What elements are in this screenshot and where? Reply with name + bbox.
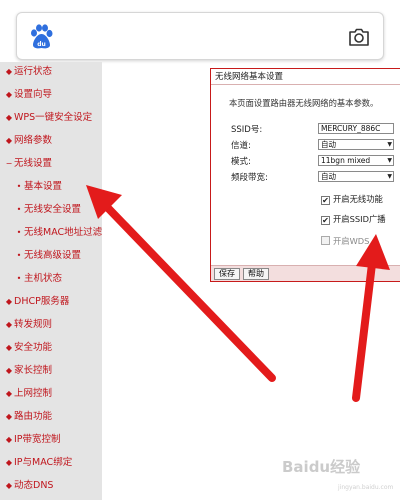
bullet-icon: ◆ [5,481,13,490]
enable-wds-checkbox[interactable] [321,236,330,245]
watermark-url: jingyan.baidu.com [338,484,394,491]
chevron-down-icon: ▼ [387,141,392,148]
sidebar-item-label: 无线安全设置 [24,204,82,215]
sidebar-item[interactable]: ◆ 设置向导 [0,85,52,105]
panel-description: 本页面设置路由器无线网络的基本参数。 [229,98,379,108]
sidebar-item-label: IP与MAC绑定 [14,457,73,468]
enable-ssid-broadcast-option[interactable]: ✔ 开启SSID广播 [321,213,386,225]
sidebar-item[interactable]: ◆ 动态DNS [0,476,54,496]
bullet-icon: ◆ [5,458,13,467]
sidebar-item-label: 无线MAC地址过滤 [24,227,103,238]
sidebar-item-label: 路由功能 [14,411,53,422]
enable-wireless-option[interactable]: ✔ 开启无线功能 [321,193,383,205]
bullet-icon: ◆ [5,67,13,76]
bandwidth-select[interactable]: 自动 ▼ [318,171,394,182]
bandwidth-label: 频段带宽: [231,173,268,183]
panel-title: 无线网络基本设置 [211,69,400,85]
sidebar-item[interactable]: ◆ 网络参数 [0,131,52,151]
bullet-icon: • [16,182,22,191]
sidebar-item[interactable]: ◆ WPS一键安全设定 [0,108,92,128]
bullet-icon: − [5,159,13,168]
enable-wireless-label: 开启无线功能 [333,194,383,204]
watermark: Baidu经验 [282,458,361,476]
sidebar-item-label: 转发规则 [14,319,53,330]
enable-wds-option[interactable]: 开启WDS [321,235,369,247]
sidebar-item[interactable]: − 无线设置 [0,154,52,174]
sidebar-item-label: WPS一键安全设定 [14,112,93,123]
bullet-icon: ◆ [5,113,13,122]
panel-footer: 保存 帮助 [211,265,400,281]
sidebar-item[interactable]: • 基本设置 [0,177,62,197]
chevron-down-icon: ▼ [387,157,392,164]
sidebar-item[interactable]: • 无线高级设置 [0,246,81,266]
bullet-icon: ◆ [5,136,13,145]
sidebar-item[interactable]: • 主机状态 [0,269,62,289]
enable-ssid-broadcast-checkbox[interactable]: ✔ [321,216,330,225]
sidebar-menu: ◆ 运行状态 ◆ 设置向导 ◆ WPS一键安全设定 ◆ 网络参数 − 无线设置 • 基本设置 • 无线安全… [0,62,102,500]
help-button[interactable]: 帮助 [243,268,269,280]
sidebar-item-label: 基本设置 [24,181,63,192]
ssid-label: SSID号: [231,125,263,135]
bullet-icon: ◆ [5,343,13,352]
sidebar-item[interactable]: ◆ 运行状态 [0,62,52,82]
sidebar-item-label: 运行状态 [14,66,53,77]
ssid-input[interactable]: MERCURY_886C [318,123,394,134]
sidebar-item-label: 动态DNS [14,480,54,491]
sidebar-item[interactable]: ◆ 安全功能 [0,338,52,358]
sidebar-item[interactable]: ◆ IP带宽控制 [0,430,61,450]
bullet-icon: ◆ [5,90,13,99]
bandwidth-select-value: 自动 [321,172,336,181]
sidebar-item-label: 无线设置 [14,158,53,169]
sidebar-item[interactable]: ◆ DHCP服务器 [0,292,69,312]
save-button[interactable]: 保存 [214,268,240,280]
bullet-icon: • [16,228,22,237]
sidebar-item-label: 安全功能 [14,342,53,353]
bullet-icon: ◆ [5,366,13,375]
sidebar-item-label: 主机状态 [24,273,63,284]
bullet-icon: ◆ [5,435,13,444]
enable-wds-label: 开启WDS [333,236,370,246]
bullet-icon: ◆ [5,320,13,329]
channel-select[interactable]: 自动 ▼ [318,139,394,150]
sidebar-item-label: DHCP服务器 [14,296,70,307]
enable-wireless-checkbox[interactable]: ✔ [321,196,330,205]
sidebar-item[interactable]: • 无线MAC地址过滤 [0,223,103,243]
enable-ssid-broadcast-label: 开启SSID广播 [333,214,386,224]
camera-icon[interactable] [347,25,371,49]
sidebar-item-label: 设置向导 [14,89,53,100]
bullet-icon: • [16,251,22,260]
sidebar-item-label: 无线高级设置 [24,250,82,261]
svg-text:du: du [37,41,46,48]
bullet-icon: • [16,205,22,214]
mode-select[interactable]: 11bgn mixed ▼ [318,155,394,166]
channel-select-value: 自动 [321,140,336,149]
wireless-basic-settings-panel: 无线网络基本设置 本页面设置路由器无线网络的基本参数。 SSID号: MERCU… [210,68,400,282]
sidebar-item[interactable]: ◆ IP与MAC绑定 [0,453,72,473]
sidebar-item[interactable]: ◆ 上网控制 [0,384,52,404]
bullet-icon: ◆ [5,389,13,398]
channel-label: 信道: [231,141,251,151]
sidebar-item[interactable]: ◆ 转发规则 [0,315,52,335]
mode-select-value: 11bgn mixed [321,156,371,165]
sidebar-item-label: 网络参数 [14,135,53,146]
search-bar[interactable]: du [16,12,384,60]
chevron-down-icon: ▼ [387,173,392,180]
sidebar-item-label: 上网控制 [14,388,53,399]
bullet-icon: ◆ [5,297,13,306]
bullet-icon: ◆ [5,412,13,421]
sidebar-item-label: 家长控制 [14,365,53,376]
mode-label: 模式: [231,157,251,167]
sidebar-item[interactable]: ◆ 家长控制 [0,361,52,381]
bullet-icon: • [16,274,22,283]
sidebar-item-label: IP带宽控制 [14,434,61,445]
sidebar-item[interactable]: • 无线安全设置 [0,200,81,220]
sidebar-item[interactable]: ◆ 路由功能 [0,407,52,427]
baidu-paw-icon[interactable]: du [29,24,53,50]
